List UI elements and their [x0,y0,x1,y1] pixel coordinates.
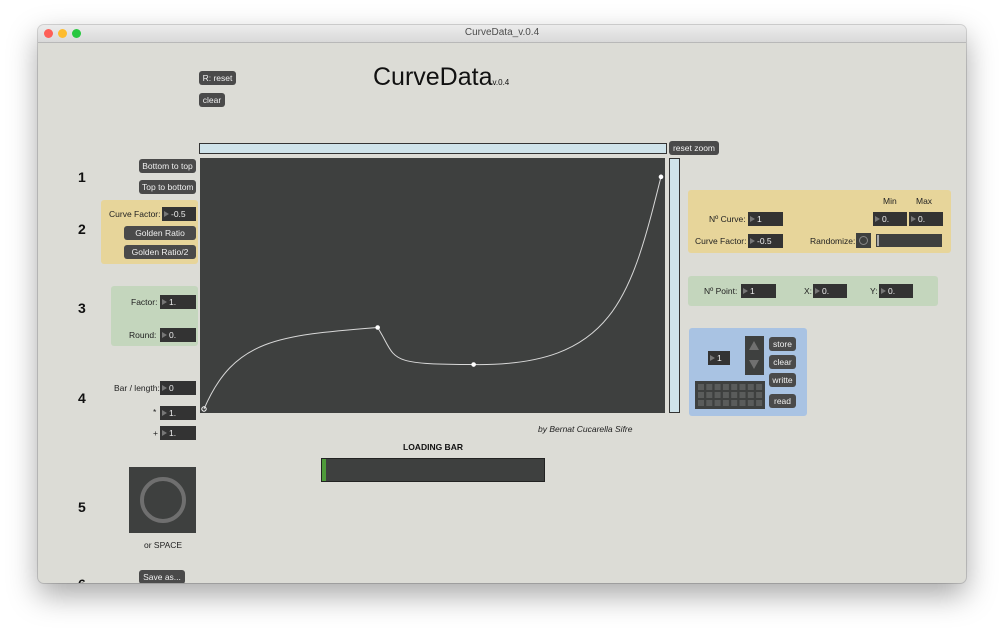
min-label: Min [883,196,897,206]
space-hint: or SPACE [144,540,183,550]
add-label: + [153,428,158,438]
horizontal-zoom-bar[interactable] [199,143,667,154]
round-label: Round: [129,330,157,340]
randomize-button[interactable] [856,233,871,248]
bang-icon [859,236,868,245]
curve-editor[interactable] [200,158,665,413]
multiply-label: * [153,407,157,417]
preset-clear-button[interactable]: clear [769,355,796,369]
preset-slot-number[interactable]: 1 [708,351,730,365]
reset-button[interactable]: R: reset [199,71,236,85]
bar-length-label: Bar / length: [114,383,160,393]
title-bar: CurveData_v.0.4 [38,25,966,43]
curve-factor-number[interactable]: -0.5 [162,207,196,221]
step-3-number: 3 [78,300,86,316]
bar-length-number[interactable]: 0 [160,381,196,395]
n-curve-label: Nº Curve: [709,214,746,224]
preset-cell[interactable] [698,384,704,390]
top-to-bottom-button[interactable]: Top to bottom [139,180,196,194]
write-button[interactable]: writte [769,373,796,387]
step-4-number: 4 [78,390,86,406]
randomize-range-slider[interactable] [876,234,942,247]
golden-ratio-half-button[interactable]: Golden Ratio/2 [124,245,196,259]
n-curve-number[interactable]: 1 [748,212,783,226]
min-number[interactable]: 0. [873,212,907,226]
max-number[interactable]: 0. [909,212,943,226]
preset-cell[interactable] [747,384,754,390]
step-6-number: 6 [78,576,86,583]
curve-point[interactable] [375,325,380,330]
step-1-number: 1 [78,169,86,185]
preset-cell[interactable] [739,384,746,390]
x-label: X: [804,286,813,296]
triangle-down-icon [749,360,759,369]
x-number[interactable]: 0. [813,284,847,298]
clear-button[interactable]: clear [199,93,225,107]
preset-cell[interactable] [731,392,738,398]
curve-editor-background [200,158,665,413]
triangle-up-icon [749,341,759,350]
multiply-number[interactable]: 1. [160,406,196,420]
preset-cell[interactable] [747,400,754,406]
curve-factor-label: Curve Factor: [109,209,161,219]
step-5-number: 5 [78,499,86,515]
preset-cell[interactable] [722,384,729,390]
read-button[interactable]: read [769,394,796,408]
factor-number[interactable]: 1. [160,295,196,309]
preset-cell[interactable] [739,392,746,398]
preset-grid-cells [698,384,763,406]
add-number[interactable]: 1. [160,426,196,440]
reset-zoom-button[interactable]: reset zoom [669,141,719,155]
app-title: CurveDatav.0.4 [373,63,509,92]
curve-factor-number-right[interactable]: -0.5 [748,234,783,248]
preset-grid[interactable] [695,381,765,409]
y-number[interactable]: 0. [879,284,913,298]
preset-cell[interactable] [722,392,729,398]
preset-cell[interactable] [698,400,704,406]
preset-cell[interactable] [714,392,721,398]
y-label: Y: [870,286,878,296]
preset-cell[interactable] [756,384,763,390]
preset-cell[interactable] [714,400,721,406]
max-label: Max [916,196,933,206]
loading-bar [321,458,545,482]
loading-bar-fill [322,459,327,481]
preset-up-down[interactable] [745,336,764,375]
curve-point[interactable] [658,174,664,180]
circle-toggle-icon [140,477,186,523]
randomize-label: Randomize: [810,236,856,246]
play-toggle[interactable] [129,467,196,533]
slider-handle [877,235,879,246]
preset-cell[interactable] [714,384,721,390]
store-button[interactable]: store [769,337,796,351]
n-point-label: Nº Point: [704,286,738,296]
step-2-number: 2 [78,221,86,237]
preset-cell[interactable] [739,400,746,406]
preset-cell[interactable] [706,384,713,390]
window-title: CurveData_v.0.4 [464,27,540,38]
preset-cell[interactable] [756,392,763,398]
loading-bar-label: LOADING BAR [403,442,463,452]
golden-ratio-button[interactable]: Golden Ratio [124,226,196,240]
curve-factor-label-right: Curve Factor: [695,236,747,246]
n-point-number[interactable]: 1 [741,284,776,298]
curve-point[interactable] [471,362,476,367]
preset-cell[interactable] [706,400,713,406]
preset-cell[interactable] [706,392,713,398]
vertical-zoom-bar[interactable] [669,158,680,413]
author-credit: by Bernat Cucarella Sifre [538,424,633,434]
preset-cell[interactable] [747,392,754,398]
round-number[interactable]: 0. [160,328,196,342]
app-version: v.0.4 [492,78,510,87]
preset-cell[interactable] [698,392,704,398]
bottom-to-top-button[interactable]: Bottom to top [139,159,196,173]
app-title-text: CurveData [373,63,493,91]
preset-cell[interactable] [731,384,738,390]
preset-cell[interactable] [722,400,729,406]
preset-cell[interactable] [731,400,738,406]
app-window: CurveData_v.0.4 CurveDatav.0.4 R: reset … [38,25,966,583]
save-as-button[interactable]: Save as... [139,570,185,583]
factor-label: Factor: [131,297,158,307]
preset-cell[interactable] [756,400,763,406]
